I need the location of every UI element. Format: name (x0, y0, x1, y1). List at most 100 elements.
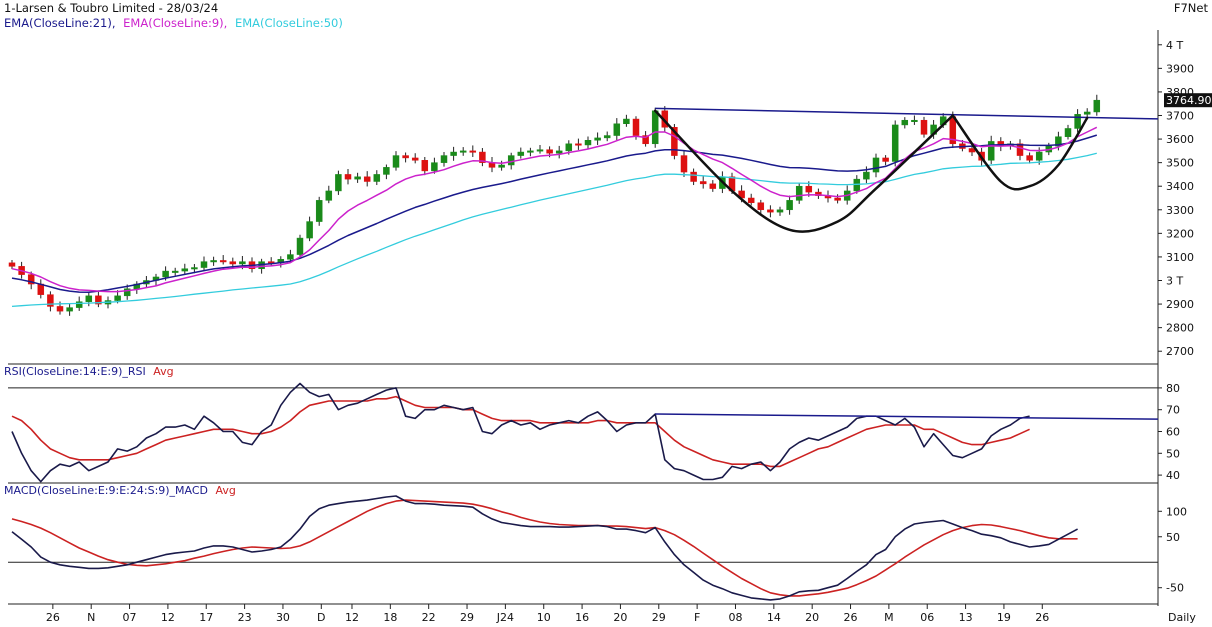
candle-down (575, 143, 582, 146)
rsi-tick-label: 60 (1166, 426, 1180, 439)
price-tick-label: 3100 (1166, 251, 1194, 264)
candle-down (546, 149, 553, 154)
macd-legend: MACD(CloseLine:E:9:E:24:S:9)_MACD Avg (4, 484, 236, 497)
candle-up (911, 119, 918, 122)
candle-down (8, 262, 16, 267)
rsi-avg-line (11, 395, 1030, 468)
candle-up (191, 267, 198, 270)
candle-up (75, 301, 83, 308)
price-tick-label: 2900 (1166, 298, 1194, 311)
price-tick-label: 3300 (1166, 204, 1194, 217)
legend-ema9: EMA(CloseLine:9), (123, 16, 227, 30)
date-tick-label: J24 (496, 611, 514, 624)
candle-up (325, 190, 333, 201)
candle-up (555, 150, 563, 154)
candle-up (335, 174, 342, 192)
date-tick-label: 20 (613, 611, 627, 624)
date-tick-label: 12 (161, 611, 175, 624)
candle-up (354, 176, 361, 180)
date-tick-label: 19 (997, 611, 1011, 624)
resistance-trendline (655, 107, 1159, 120)
candle-up (786, 200, 793, 211)
date-tick-label: D (317, 611, 325, 624)
date-axis: 26 N 07 12 17 23 30 D 12 18 22 29 J24 10 16 20 29 F 08 14 20… (46, 604, 1196, 624)
candle-down (363, 176, 371, 182)
candle-up (210, 260, 217, 263)
price-tick-label: 3600 (1166, 133, 1194, 146)
macd-avg-line (11, 499, 1078, 597)
candle-up (507, 155, 515, 166)
candle-down (411, 157, 419, 161)
candle-up (863, 171, 870, 180)
date-tick-label: 29 (652, 611, 666, 624)
date-tick-label: 29 (460, 611, 474, 624)
candle-up (114, 295, 121, 301)
date-tick-label: 23 (238, 611, 252, 624)
candle-up (459, 150, 467, 153)
date-tick-label: 26 (46, 611, 60, 624)
candle-down (402, 155, 409, 159)
candle-up (392, 155, 400, 168)
date-tick-label: F (694, 611, 700, 624)
candle-up (239, 261, 246, 265)
date-tick-label: 20 (805, 611, 819, 624)
price-tick-label: 3400 (1166, 180, 1194, 193)
candle-up (287, 254, 294, 260)
candle-up (431, 162, 438, 172)
macd-tick-label: 100 (1166, 505, 1187, 518)
candle-down (344, 174, 352, 180)
price-tick-label: 3900 (1166, 62, 1194, 75)
candle-down (219, 260, 227, 263)
candle-up (891, 124, 899, 162)
rsi-panel: 80 70 60 50 40 (8, 382, 1180, 483)
date-tick-label: 13 (959, 611, 973, 624)
date-tick-label: 12 (345, 611, 359, 624)
date-tick-label: 22 (422, 611, 436, 624)
candle-down (805, 185, 813, 193)
candle-up (623, 118, 630, 124)
legend-macd-avg: Avg (216, 484, 236, 497)
candle-down (690, 171, 697, 182)
candle-up (872, 157, 880, 173)
candle-up (527, 150, 534, 153)
x-axis-label: Daily (1168, 611, 1196, 624)
candle-up (171, 270, 179, 273)
candle-up (66, 307, 73, 312)
ema9-line (11, 126, 1098, 293)
date-tick-label: 17 (199, 611, 213, 624)
source-label: F7Net (1174, 1, 1209, 15)
chart-title: 1-Larsen & Toubro Limited - 28/03/24 (4, 1, 218, 15)
candle-up (565, 143, 573, 152)
legend-ema50: EMA(CloseLine:50) (235, 16, 343, 30)
date-tick-label: 26 (844, 611, 858, 624)
candle-up (200, 261, 208, 268)
candle-up (584, 140, 592, 146)
macd-tick-label: -50 (1166, 582, 1184, 595)
candle-up (1083, 111, 1091, 115)
candle-up (536, 149, 544, 152)
date-tick-label: N (87, 611, 95, 624)
candle-down (469, 150, 477, 153)
candle-down (632, 118, 640, 136)
candle-down (680, 155, 688, 173)
stock-chart: 4 T3900380037003600350034003300320031003… (4, 1, 1212, 624)
candle-up (440, 155, 448, 163)
candle-down (709, 183, 717, 189)
rsi-trendline (655, 413, 1159, 420)
price-tick-label: 3 T (1166, 275, 1183, 288)
candle-up (1093, 99, 1101, 113)
candle-down (882, 157, 889, 162)
date-tick-label: 10 (537, 611, 551, 624)
rsi-line (11, 382, 1030, 483)
price-tick-label: 3500 (1166, 157, 1194, 170)
rsi-tick-label: 40 (1166, 469, 1180, 482)
candle-up (181, 268, 189, 272)
legend-rsi-avg: Avg (153, 365, 173, 378)
rsi-tick-label: 80 (1166, 382, 1180, 395)
candle-up (517, 151, 525, 156)
candle-down (421, 160, 429, 172)
legend-ema21: EMA(CloseLine:21), (4, 16, 116, 30)
date-tick-label: 08 (728, 611, 742, 624)
candle-up (901, 119, 909, 126)
candle-up (383, 167, 390, 175)
